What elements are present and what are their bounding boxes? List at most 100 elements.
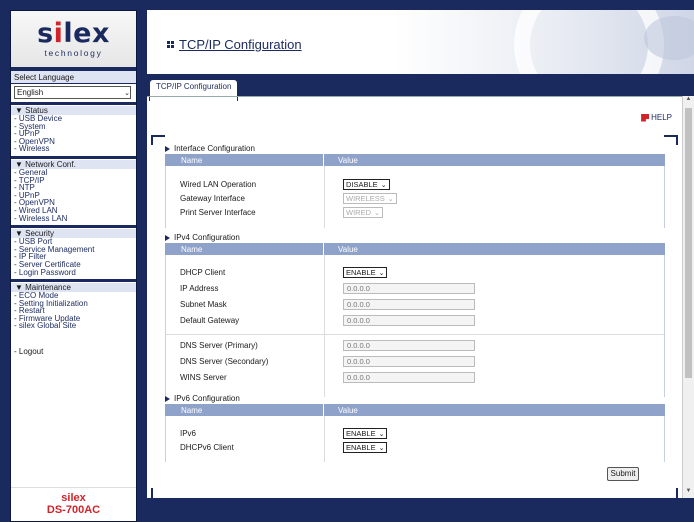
row-divider bbox=[166, 334, 664, 335]
section-title-text: Interface Configuration bbox=[174, 144, 255, 153]
ip-address-input: 0.0.0.0 bbox=[343, 283, 475, 294]
grid-bullet-icon bbox=[167, 41, 174, 48]
language-selected-value: English bbox=[17, 88, 44, 97]
ipv4-section-title: IPv4 Configuration bbox=[165, 233, 240, 242]
table-body: IPv6 ENABLE ⌄ DHCPv6 Client ENABLE ⌄ bbox=[165, 416, 665, 462]
chevron-down-icon: ⌄ bbox=[380, 181, 387, 189]
triangle-right-icon bbox=[165, 395, 170, 402]
section-title-text: IPv4 Configuration bbox=[174, 233, 240, 242]
logout-link[interactable]: - Logout bbox=[11, 347, 136, 356]
chevron-down-icon: ⌄ bbox=[378, 444, 385, 452]
logo-wordmark: silex bbox=[37, 18, 110, 49]
row-label: Gateway Interface bbox=[180, 194, 245, 203]
print-server-interface-select: WIRED ⌄ bbox=[343, 207, 383, 218]
column-name: Name bbox=[181, 155, 203, 165]
language-select[interactable]: English ⌄ bbox=[14, 86, 131, 99]
nav-section: ▼ Maintenance - ECO Mode - Setting Initial… bbox=[11, 279, 136, 333]
scroll-down-icon[interactable]: ▼ bbox=[683, 488, 694, 498]
dns-primary-input: 0.0.0.0 bbox=[343, 340, 475, 351]
default-gateway-input: 0.0.0.0 bbox=[343, 315, 475, 326]
frame-corner bbox=[676, 488, 678, 498]
nav-section: ▼ Status - USB Device - System - UPnP - Open… bbox=[11, 102, 136, 156]
subnet-mask-input: 0.0.0.0 bbox=[343, 299, 475, 310]
row-label: WINS Server bbox=[180, 373, 227, 382]
row-label: Wired LAN Operation bbox=[180, 180, 257, 189]
row-label: IP Address bbox=[180, 284, 219, 293]
select-value: ENABLE bbox=[346, 443, 376, 452]
config-panel: HELP Interface Configuration Name Value … bbox=[147, 96, 682, 498]
column-value: Value bbox=[323, 243, 665, 255]
table-body: Wired LAN Operation DISABLE ⌄ Gateway Int… bbox=[165, 166, 665, 228]
nav-item[interactable]: - Login Password bbox=[14, 268, 133, 277]
ipv6-section-title: IPv6 Configuration bbox=[165, 394, 240, 403]
wins-server-input: 0.0.0.0 bbox=[343, 372, 475, 383]
chevron-down-icon: ⌄ bbox=[124, 89, 130, 97]
column-value: Value bbox=[323, 154, 665, 166]
nav-item[interactable]: - Wireless bbox=[14, 145, 133, 153]
select-value: ENABLE bbox=[346, 268, 376, 277]
banner-decoration bbox=[514, 10, 664, 74]
triangle-right-icon bbox=[165, 145, 170, 152]
header-banner: TCP/IP Configuration bbox=[147, 10, 694, 74]
scroll-up-icon[interactable]: ▲ bbox=[683, 96, 694, 106]
select-value: WIRELESS bbox=[346, 194, 385, 203]
submit-button[interactable]: Submit bbox=[607, 467, 639, 481]
row-label: DNS Server (Primary) bbox=[180, 341, 258, 350]
dns-secondary-input: 0.0.0.0 bbox=[343, 356, 475, 367]
chevron-down-icon: ⌄ bbox=[378, 269, 385, 277]
ipv6-select[interactable]: ENABLE ⌄ bbox=[343, 428, 388, 439]
tab-bar: TCP/IP Configuration bbox=[147, 74, 694, 101]
chevron-down-icon: ⌄ bbox=[387, 195, 394, 203]
interface-table: Name Value Wired LAN Operation DISABLE ⌄ … bbox=[165, 154, 665, 228]
ipv4-table: Name Value DHCP Client ENABLE ⌄ IP Addres… bbox=[165, 243, 665, 397]
select-value: DISABLE bbox=[346, 180, 378, 189]
table-header: Name Value bbox=[165, 404, 665, 416]
model-name: DS-700AC bbox=[46, 504, 101, 516]
dhcp-client-select[interactable]: ENABLE ⌄ bbox=[343, 267, 388, 278]
chevron-down-icon: ⌄ bbox=[374, 209, 380, 217]
frame-corner bbox=[664, 135, 678, 145]
gateway-interface-select: WIRELESS ⌄ bbox=[343, 193, 397, 204]
frame-corner bbox=[151, 135, 165, 145]
select-value: WIRED bbox=[346, 208, 371, 217]
nav-item[interactable]: - silex Global Site bbox=[14, 322, 133, 330]
chevron-down-icon: ⌄ bbox=[378, 430, 385, 438]
model-badge: silex DS-700AC bbox=[11, 487, 136, 521]
help-label: HELP bbox=[651, 113, 672, 122]
language-label: Select Language bbox=[11, 71, 136, 84]
page-title-text: TCP/IP Configuration bbox=[179, 37, 302, 52]
ipv6-table: Name Value IPv6 ENABLE ⌄ DHCPv6 Client EN… bbox=[165, 404, 665, 462]
row-label: Subnet Mask bbox=[180, 300, 227, 309]
nav-menu: ▼ Status - USB Device - System - UPnP - Open… bbox=[11, 102, 136, 333]
model-brand: silex bbox=[61, 492, 86, 504]
row-label: IPv6 bbox=[180, 429, 197, 438]
column-name: Name bbox=[181, 405, 203, 415]
interface-section-title: Interface Configuration bbox=[165, 144, 255, 153]
column-name: Name bbox=[181, 244, 203, 254]
section-title-text: IPv6 Configuration bbox=[174, 394, 240, 403]
row-label: Print Server Interface bbox=[180, 208, 256, 217]
footer-bar bbox=[147, 498, 694, 522]
triangle-right-icon bbox=[165, 234, 170, 241]
logo-tagline: technology bbox=[44, 48, 103, 58]
row-label: DHCPv6 Client bbox=[180, 443, 234, 452]
dhcpv6-client-select[interactable]: ENABLE ⌄ bbox=[343, 442, 388, 453]
table-header: Name Value bbox=[165, 154, 665, 166]
help-icon bbox=[641, 113, 650, 122]
help-link[interactable]: HELP bbox=[641, 113, 672, 122]
nav-frame: silex technology Select Language English… bbox=[10, 10, 137, 522]
scroll-thumb[interactable] bbox=[685, 108, 692, 378]
vertical-scrollbar[interactable]: ▲ ▼ bbox=[682, 96, 694, 498]
column-value: Value bbox=[323, 404, 665, 416]
row-label: Default Gateway bbox=[180, 316, 240, 325]
row-label: DHCP Client bbox=[180, 268, 226, 277]
frame-corner bbox=[151, 488, 153, 498]
wired-lan-operation-select[interactable]: DISABLE ⌄ bbox=[343, 179, 390, 190]
row-label: DNS Server (Secondary) bbox=[180, 357, 269, 366]
select-value: ENABLE bbox=[346, 429, 376, 438]
nav-section: ▼ Security - USB Port - Service Management… bbox=[11, 225, 136, 279]
table-body: DHCP Client ENABLE ⌄ IP Address 0.0.0.0 S… bbox=[165, 255, 665, 397]
content-frame: TCP/IP Configuration TCP/IP Configuratio… bbox=[147, 10, 694, 522]
nav-item[interactable]: - Wireless LAN bbox=[14, 214, 133, 223]
nav-section: ▼ Network Conf. - General - TCP/IP - NTP - U… bbox=[11, 155, 136, 225]
